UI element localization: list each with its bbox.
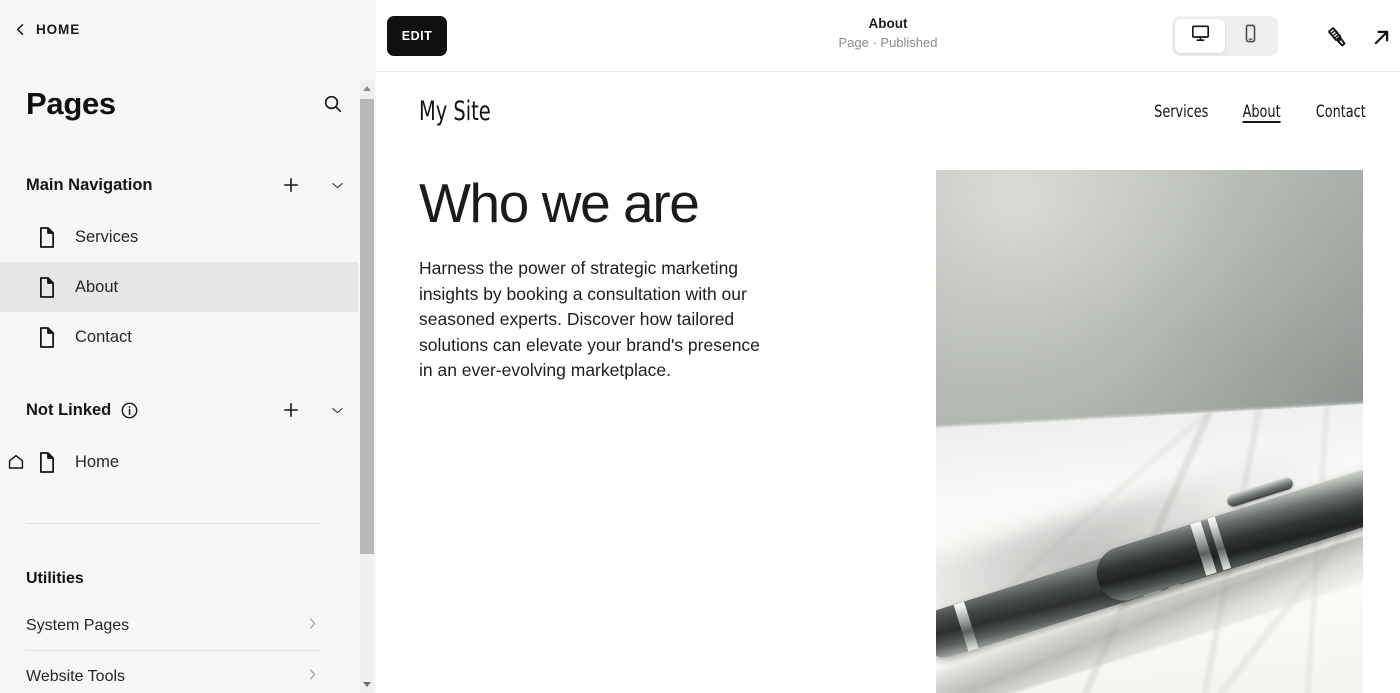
divider bbox=[26, 650, 321, 651]
sidebar-item-services[interactable]: Services bbox=[0, 212, 358, 262]
paintbrush-icon[interactable] bbox=[1322, 22, 1352, 52]
back-to-home-button[interactable]: HOME bbox=[14, 22, 80, 37]
chevron-right-icon bbox=[304, 615, 321, 637]
chevron-down-icon[interactable] bbox=[329, 402, 346, 419]
app-root: HOME Pages Main Navigation Services Abou… bbox=[0, 0, 1400, 693]
page-title: Pages bbox=[26, 86, 116, 121]
info-icon[interactable] bbox=[120, 401, 139, 420]
page-icon bbox=[36, 226, 58, 248]
site-nav-item-about[interactable]: About bbox=[1243, 102, 1281, 122]
site-nav: Services About Contact bbox=[1149, 102, 1370, 122]
pages-header: Pages bbox=[26, 86, 346, 122]
hero-paragraph: Harness the power of strategic marketing… bbox=[419, 258, 760, 380]
divider bbox=[26, 523, 321, 524]
sidebar-item-about[interactable]: About bbox=[0, 262, 358, 312]
sidebar-item-label: Contact bbox=[75, 327, 132, 346]
page-icon bbox=[36, 326, 58, 348]
utilities-title: Utilities bbox=[26, 570, 84, 587]
utilities-row-system-pages[interactable]: System Pages bbox=[26, 604, 321, 648]
sidebar-item-label: Home bbox=[75, 452, 120, 471]
site-nav-item-contact[interactable]: Contact bbox=[1315, 102, 1365, 122]
utilities-row-website-tools[interactable]: Website Tools bbox=[26, 655, 321, 693]
utilities-row-label: System Pages bbox=[26, 617, 130, 634]
mobile-icon bbox=[1240, 23, 1261, 49]
search-icon[interactable] bbox=[320, 91, 346, 117]
page-icon bbox=[36, 451, 58, 473]
desktop-icon bbox=[1190, 23, 1211, 49]
page-icon bbox=[36, 276, 58, 298]
sidebar-item-home[interactable]: Home bbox=[0, 437, 358, 487]
scroll-up-arrow[interactable] bbox=[360, 80, 374, 97]
sidebar-item-label: Services bbox=[75, 227, 139, 246]
section-title: Not Linked bbox=[26, 400, 112, 419]
chevron-left-icon bbox=[14, 23, 27, 36]
hero-heading: Who we are bbox=[419, 172, 700, 234]
sidebar-item-contact[interactable]: Contact bbox=[0, 312, 358, 362]
viewport-toggle bbox=[1172, 16, 1278, 56]
edit-button[interactable]: EDIT bbox=[387, 16, 447, 56]
preview-toolbar: EDIT About Page · Published bbox=[376, 0, 1400, 72]
site-preview: My Site Services About Contact Who we ar… bbox=[376, 72, 1400, 693]
chevron-right-icon bbox=[304, 666, 321, 688]
external-link-icon[interactable] bbox=[1364, 20, 1398, 54]
site-logo[interactable]: My Site bbox=[419, 96, 491, 127]
site-nav-item-services[interactable]: Services bbox=[1154, 102, 1208, 122]
scroll-down-arrow[interactable] bbox=[360, 676, 374, 693]
section-header-main-navigation: Main Navigation bbox=[26, 175, 346, 195]
house-icon bbox=[0, 453, 32, 471]
plus-icon[interactable] bbox=[277, 400, 305, 420]
sidebar-item-label: About bbox=[75, 277, 119, 296]
sidebar-scrollbar-thumb[interactable] bbox=[360, 99, 374, 554]
chevron-down-icon[interactable] bbox=[329, 177, 346, 194]
preview-panel: EDIT About Page · Published My Site Serv… bbox=[376, 0, 1400, 693]
plus-icon[interactable] bbox=[277, 175, 305, 195]
section-header-not-linked: Not Linked bbox=[26, 400, 346, 420]
mobile-view-button[interactable] bbox=[1225, 19, 1275, 53]
hero-text-block: Who we are Harness the power of strategi… bbox=[419, 172, 839, 384]
hero-image bbox=[936, 170, 1363, 693]
section-title: Main Navigation bbox=[26, 175, 153, 194]
pages-sidebar: HOME Pages Main Navigation Services Abou… bbox=[0, 0, 376, 693]
desktop-view-button[interactable] bbox=[1175, 19, 1225, 53]
utilities-row-label: Website Tools bbox=[26, 668, 126, 685]
site-header: My Site Services About Contact bbox=[376, 72, 1400, 164]
back-to-home-label: HOME bbox=[36, 22, 81, 37]
